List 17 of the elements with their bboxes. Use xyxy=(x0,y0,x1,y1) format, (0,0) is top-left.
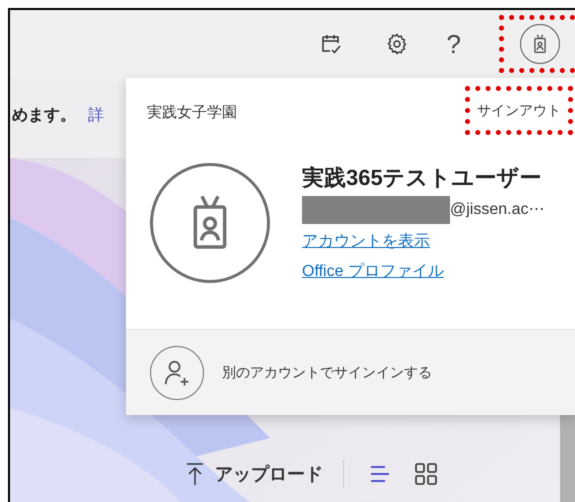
account-link[interactable]: アカウントを表示 xyxy=(302,230,544,254)
grid-icon xyxy=(414,462,438,486)
account-button[interactable] xyxy=(520,24,560,64)
list-icon xyxy=(368,464,392,484)
details-link[interactable]: 詳 xyxy=(88,104,104,128)
email-text: @jissen.ac⋯ xyxy=(450,200,544,220)
account-link[interactable]: Office プロファイル xyxy=(302,260,544,284)
sign-out-button[interactable]: サインアウト xyxy=(477,100,561,121)
message-text: めます。 xyxy=(12,106,76,126)
help-button[interactable]: ? xyxy=(446,31,461,57)
settings-button[interactable] xyxy=(384,32,409,56)
organization-name: 実践女子学園 xyxy=(147,103,237,123)
upload-icon xyxy=(185,462,205,486)
user-name: 実践365テストユーザー xyxy=(302,164,543,192)
other-account-button[interactable]: 別のアカウントでサインインする xyxy=(126,329,575,415)
upload-button[interactable]: アップロード xyxy=(185,460,323,488)
settings-icon xyxy=(384,32,409,56)
